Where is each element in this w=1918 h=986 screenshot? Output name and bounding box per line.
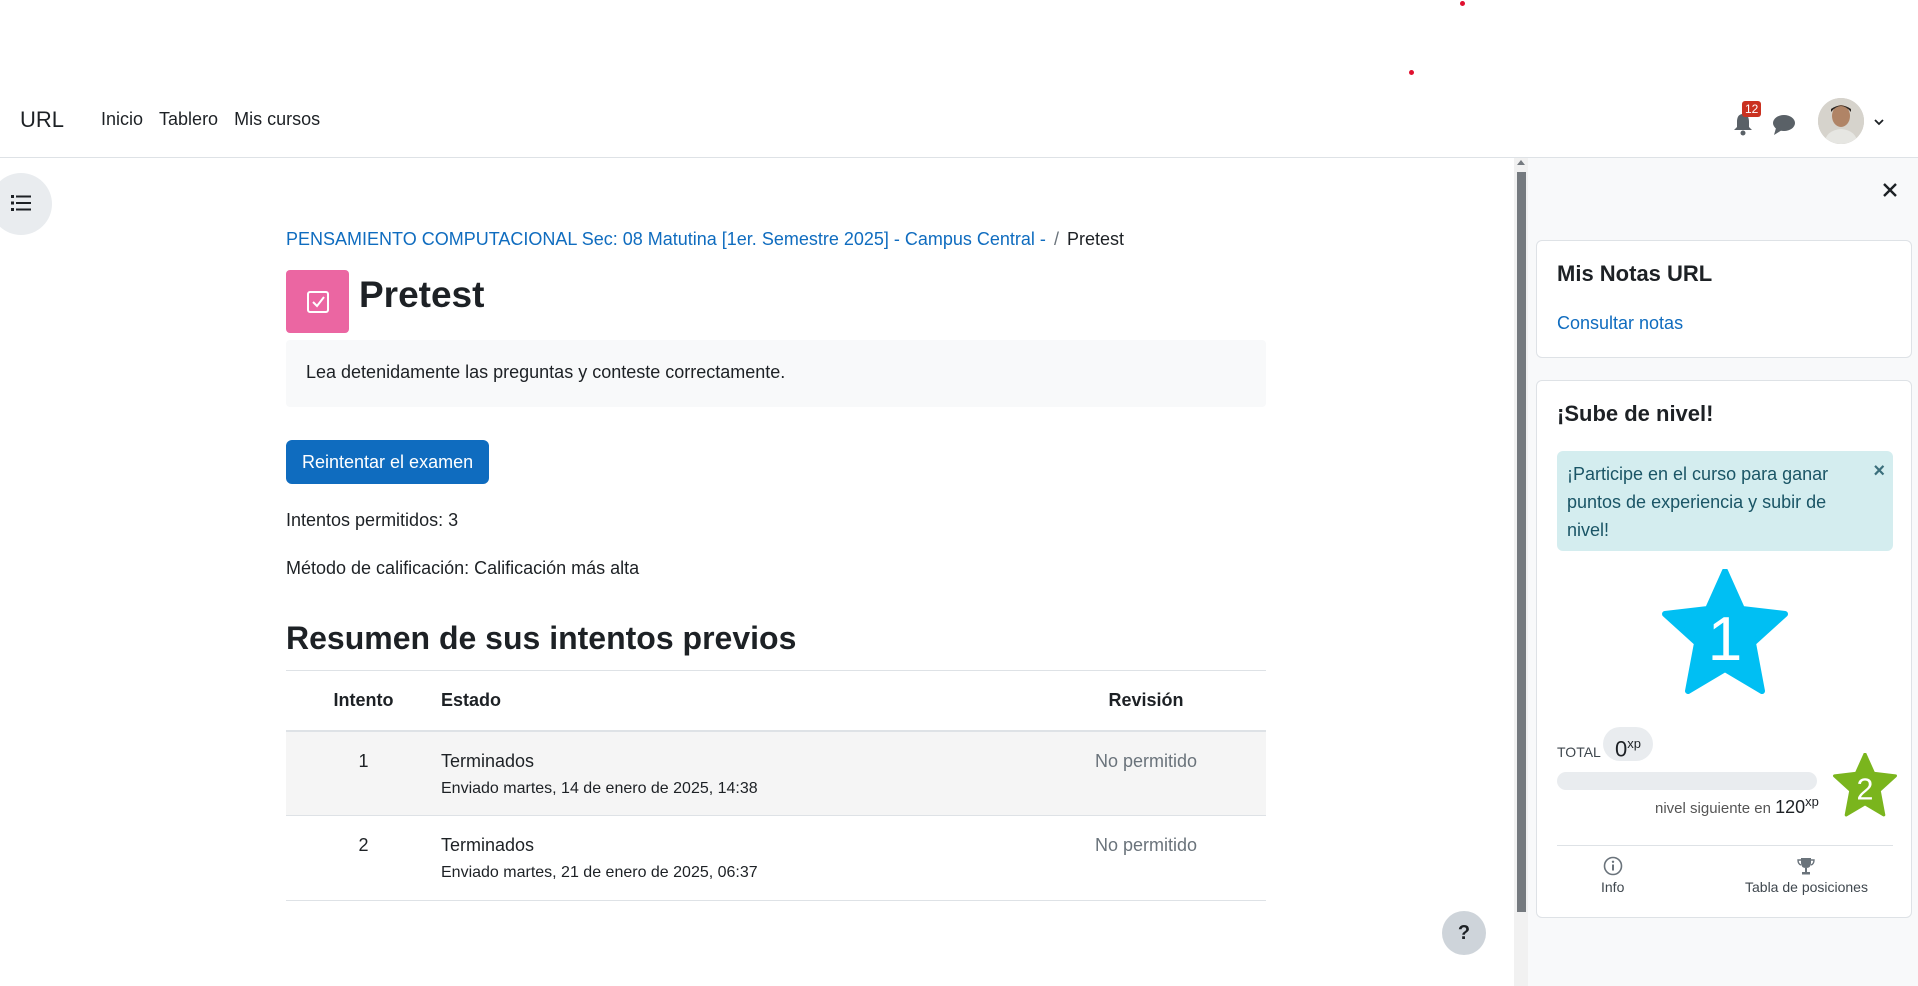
scrollbar[interactable] (1514, 158, 1528, 986)
attempt-status: Terminados Enviado martes, 21 de enero d… (441, 815, 1026, 901)
quiz-intro: Lea detenidamente las preguntas y contes… (286, 340, 1266, 407)
total-label: TOTAL (1557, 744, 1601, 760)
list-icon (11, 195, 31, 211)
xp-unit: xp (1805, 794, 1819, 809)
level-progress-bar (1557, 772, 1817, 790)
total-xp-value: 0 (1615, 736, 1628, 762)
attempt-review: No permitido (1026, 815, 1266, 901)
next-level-label: nivel siguiente en (1655, 800, 1771, 817)
retry-quiz-button[interactable]: Reintentar el examen (286, 440, 490, 484)
navbar: URL Inicio Tablero Mis cursos 12 (0, 88, 1918, 158)
current-level: 1 (1708, 605, 1742, 674)
total-xp: 0xp (1603, 727, 1653, 761)
attempt-review: No permitido (1026, 730, 1266, 816)
chat-icon[interactable] (1772, 114, 1796, 136)
breadcrumb: PENSAMIENTO COMPUTACIONAL Sec: 08 Matuti… (286, 229, 1124, 250)
next-level-info: nivel siguiente en 120xp (1655, 794, 1819, 818)
nav-link-tablero[interactable]: Tablero (159, 109, 218, 130)
grading-method: Método de calificación: Calificación más… (286, 558, 640, 578)
status-text: Terminados (441, 750, 535, 771)
column-header-attempt: Intento (286, 670, 441, 732)
next-level-number: 2 (1857, 773, 1874, 807)
table-row: 1 Terminados Enviado martes, 14 de enero… (286, 730, 1266, 816)
alert-close-button[interactable]: × (1873, 457, 1885, 485)
view-grades-link[interactable]: Consultar notas (1557, 313, 1683, 334)
column-header-review: Revisión (1026, 670, 1266, 732)
alert-text: ¡Participe en el curso para ganar puntos… (1567, 464, 1829, 540)
nav-links: Inicio Tablero Mis cursos (101, 109, 336, 130)
xp-unit: xp (1627, 736, 1641, 751)
attempt-number: 2 (286, 815, 441, 901)
table-row: 2 Terminados Enviado martes, 21 de enero… (286, 815, 1266, 901)
breadcrumb-course-link[interactable]: PENSAMIENTO COMPUTACIONAL Sec: 08 Matuti… (286, 229, 1046, 249)
summary-title: Resumen de sus intentos previos (286, 620, 797, 656)
submitted-date: Enviado martes, 14 de enero de 2025, 14:… (441, 779, 758, 797)
submitted-date: Enviado martes, 21 de enero de 2025, 06:… (441, 864, 758, 881)
page-title: Pretest (359, 274, 485, 315)
red-dot (1409, 70, 1414, 75)
info-label: Info (1601, 879, 1625, 895)
next-level-xp-value: 120 (1775, 797, 1806, 817)
attempt-status: Terminados Enviado martes, 14 de enero d… (441, 730, 1026, 816)
level-block-footer: Info Tabla de posiciones (1557, 845, 1893, 895)
level-up-block: ¡Sube de nivel! ¡Participe en el curso p… (1536, 380, 1912, 918)
red-dot (1460, 1, 1465, 6)
notes-block: Mis Notas URL Consultar notas (1536, 240, 1912, 358)
attempts-table: Intento Estado Revisión 1 Terminados Env… (286, 670, 1266, 901)
quiz-icon (286, 270, 349, 333)
level-up-alert: ¡Participe en el curso para ganar puntos… (1557, 451, 1893, 551)
notification-badge: 12 (1742, 101, 1762, 117)
info-link[interactable]: Info (1601, 856, 1624, 895)
leaderboard-label: Tabla de posiciones (1745, 879, 1868, 895)
status-text: Terminados (441, 835, 535, 855)
level-star-icon: 1 (1662, 569, 1788, 694)
attempts-allowed: Intentos permitidos: 3 (286, 510, 459, 530)
nav-link-mis-cursos[interactable]: Mis cursos (234, 109, 320, 130)
notes-block-title: Mis Notas URL (1557, 261, 1713, 286)
trophy-icon (1797, 858, 1816, 875)
breadcrumb-separator: / (1053, 229, 1059, 249)
brand-logo[interactable]: URL (20, 107, 64, 133)
next-level-xp: 120xp (1775, 794, 1819, 817)
avatar[interactable] (1818, 98, 1864, 144)
table-header-row: Intento Estado Revisión (286, 670, 1266, 732)
course-index-toggle[interactable] (0, 173, 52, 235)
chevron-down-icon[interactable] (1872, 115, 1886, 129)
info-icon (1603, 856, 1622, 876)
block-drawer: Mis Notas URL Consultar notas ¡Sube de n… (1528, 158, 1918, 986)
leaderboard-link[interactable]: Tabla de posiciones (1745, 856, 1868, 895)
scrollbar-thumb[interactable] (1517, 172, 1526, 912)
column-header-status: Estado (441, 670, 1026, 732)
close-icon[interactable] (1880, 180, 1900, 200)
scroll-up-arrow[interactable] (1517, 160, 1525, 165)
nav-link-inicio[interactable]: Inicio (101, 109, 143, 130)
breadcrumb-current: Pretest (1066, 229, 1124, 249)
attempt-number: 1 (286, 730, 441, 816)
level-up-title: ¡Sube de nivel! (1557, 401, 1714, 426)
help-button[interactable]: ? (1442, 911, 1486, 955)
next-level-star-icon: 2 (1833, 753, 1897, 817)
